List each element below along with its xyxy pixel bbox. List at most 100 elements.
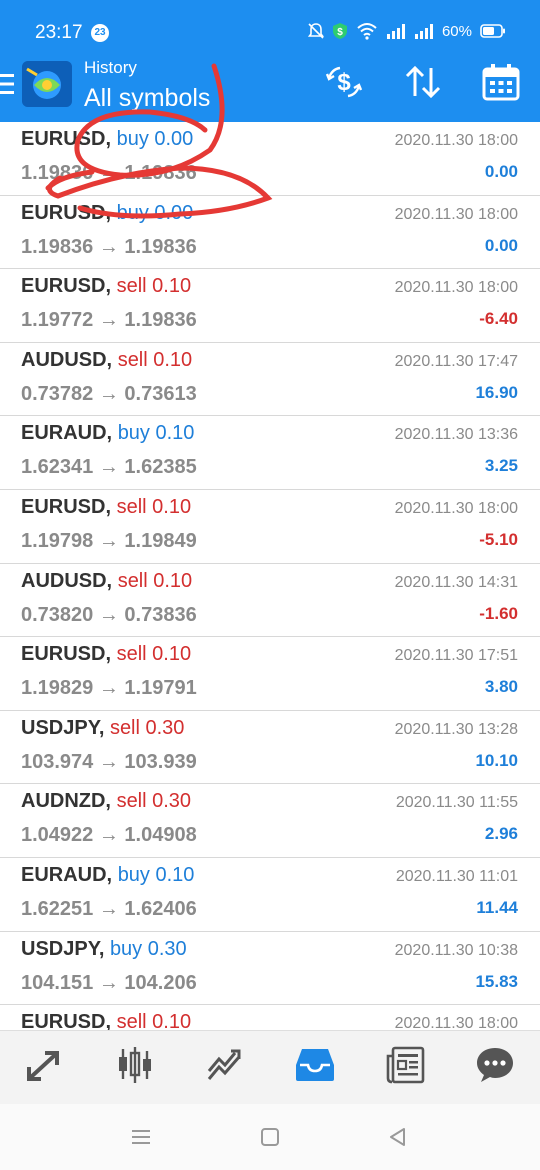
deal-prices: 1.19798 → 1.19849 — [21, 529, 197, 552]
news-icon — [385, 1046, 425, 1089]
deal-symbol: EURUSD, buy 0.00 — [21, 128, 193, 151]
mute-icon — [307, 22, 324, 40]
nav-history[interactable] — [285, 1038, 345, 1098]
home-button[interactable] — [255, 1124, 285, 1154]
deal-time: 2020.11.30 17:51 — [394, 647, 518, 665]
deal-time: 2020.11.30 14:31 — [394, 573, 518, 591]
deal-profit: 3.80 — [484, 677, 518, 697]
deal-prices: 1.19836 → 1.19836 — [21, 162, 197, 184]
deal-time: 2020.11.30 18:00 — [394, 499, 518, 517]
deal-symbol-name: EURUSD, — [21, 128, 112, 150]
deal-prices: 103.974 → 103.939 — [21, 750, 197, 773]
deal-profit: 0.00 — [484, 162, 518, 181]
shield-dollar-icon: $ — [332, 22, 348, 40]
deal-side-volume: sell 0.30 — [116, 790, 192, 813]
deal-symbol-name: EURUSD, — [21, 1011, 112, 1030]
page-title[interactable]: All symbols — [84, 84, 210, 113]
deal-profit: 11.44 — [476, 897, 518, 917]
deal-symbol: USDJPY, sell 0.30 — [21, 717, 184, 740]
deal-time: 2020.11.30 18:00 — [394, 132, 518, 149]
deal-symbol: EURUSD, sell 0.10 — [21, 496, 191, 519]
deal-symbol-name: EURUSD, — [21, 201, 112, 224]
calendar-button[interactable] — [479, 62, 523, 106]
status-icons: $ 60% — [307, 22, 506, 40]
nav-quotes[interactable] — [15, 1038, 75, 1098]
deal-time: 2020.11.30 18:00 — [394, 205, 518, 223]
header-subtitle: History — [84, 58, 137, 77]
sort-button[interactable] — [401, 62, 445, 106]
deal-row[interactable]: EURUSD, sell 0.10 1.19772 → 1.19836 2020.1… — [0, 269, 540, 343]
status-time: 23:17 — [35, 22, 83, 43]
deal-prices: 0.73820 → 0.73836 — [21, 603, 197, 626]
deal-profit: 15.83 — [475, 971, 518, 991]
deal-profit: 3.25 — [484, 456, 518, 476]
deal-symbol-name: AUDUSD, — [21, 348, 113, 371]
deal-side-volume: buy 0.00 — [116, 128, 194, 150]
app-logo[interactable] — [22, 61, 72, 107]
deal-symbol: AUDUSD, sell 0.10 — [21, 570, 192, 593]
currency-exchange-button[interactable]: $ — [322, 62, 366, 106]
recent-apps-button[interactable] — [126, 1124, 156, 1154]
deal-profit: 0.00 — [484, 235, 518, 255]
deal-row[interactable]: EURUSD, buy 0.00 1.19836 → 1.19836 2020.11… — [0, 122, 540, 196]
deal-side-volume: buy 0.30 — [109, 937, 187, 960]
deal-symbol-name: EURUSD, — [21, 275, 112, 298]
deal-prices: 1.62251 → 1.62406 — [21, 897, 197, 920]
status-bar: 23:17 23 $ 60% — [0, 0, 540, 52]
deal-row[interactable]: EURUSD, sell 0.10 1.19798 → 1.19849 2020.1… — [0, 489, 540, 564]
nav-news[interactable] — [375, 1038, 435, 1098]
deal-time: 2020.11.30 13:36 — [394, 426, 518, 444]
history-icon — [295, 1047, 335, 1088]
deal-symbol: USDJPY, buy 0.30 — [21, 938, 187, 961]
deal-side-volume: sell 0.10 — [116, 643, 192, 666]
battery-icon — [480, 24, 506, 38]
recent-apps-icon — [130, 1128, 152, 1151]
deal-row[interactable]: USDJPY, sell 0.30 103.974 → 103.939 2020.1… — [0, 710, 540, 785]
deal-side-volume: sell 0.10 — [116, 1011, 192, 1030]
deal-side-volume: sell 0.10 — [117, 569, 193, 592]
home-icon — [260, 1127, 280, 1152]
deal-symbol-name: EURAUD, — [21, 863, 113, 886]
menu-icon[interactable] — [0, 72, 16, 96]
nav-trade[interactable] — [195, 1038, 255, 1098]
deal-symbol: AUDUSD, sell 0.10 — [21, 349, 192, 372]
deal-row[interactable]: AUDUSD, sell 0.10 0.73820 → 0.73836 2020.1… — [0, 563, 540, 638]
deal-profit: 16.90 — [475, 382, 518, 402]
deal-list[interactable]: EURUSD, buy 0.00 1.19836 → 1.19836 2020.11… — [0, 122, 540, 1030]
battery-text: 60% — [441, 22, 472, 40]
chat-icon — [475, 1046, 515, 1089]
deal-time: 2020.11.30 11:55 — [395, 794, 518, 812]
deal-row[interactable]: USDJPY, buy 0.30 104.151 → 104.206 2020.11… — [0, 931, 540, 1006]
deal-row[interactable]: EURUSD, sell 0.10 2020.11.30 18:00 — [0, 1005, 540, 1030]
svg-text:$: $ — [337, 69, 351, 96]
quotes-icon — [25, 1047, 65, 1088]
deal-symbol-name: USDJPY, — [21, 937, 105, 960]
deal-symbol-name: AUDUSD, — [21, 569, 113, 592]
bottom-navigation — [0, 1030, 540, 1104]
deal-row[interactable]: EURUSD, buy 0.00 1.19836 → 1.19836 2020.11… — [0, 195, 540, 270]
deal-side-volume: sell 0.30 — [109, 716, 185, 739]
deal-row[interactable]: EURAUD, buy 0.10 1.62341 → 1.62385 2020.11… — [0, 416, 540, 490]
deal-time: 2020.11.30 17:47 — [394, 352, 518, 370]
deal-time: 2020.11.30 18:00 — [394, 1015, 518, 1030]
deal-row[interactable]: EURAUD, buy 0.10 1.62251 → 1.62406 2020.11… — [0, 857, 540, 932]
deal-prices: 1.04922 → 1.04908 — [21, 824, 197, 847]
deal-row[interactable]: AUDNZD, sell 0.30 1.04922 → 1.04908 2020.1… — [0, 784, 540, 858]
nav-chart[interactable] — [105, 1038, 165, 1098]
deal-row[interactable]: EURUSD, sell 0.10 1.19829 → 1.19791 2020.1… — [0, 637, 540, 711]
deal-row[interactable]: AUDUSD, sell 0.10 0.73782 → 0.73613 2020.1… — [0, 342, 540, 417]
sort-icon — [403, 64, 443, 105]
currency-exchange-icon: $ — [324, 64, 364, 105]
deal-side-volume: buy 0.00 — [116, 201, 194, 224]
deal-side-volume: sell 0.10 — [116, 495, 192, 518]
deal-symbol: AUDNZD, sell 0.30 — [21, 790, 191, 813]
deal-prices: 1.19829 → 1.19791 — [21, 677, 197, 700]
back-button[interactable] — [383, 1124, 413, 1154]
deal-time: 2020.11.30 18:00 — [394, 279, 518, 297]
nav-chat[interactable] — [465, 1038, 525, 1098]
deal-prices: 0.73782 → 0.73613 — [21, 382, 197, 405]
svg-text:$: $ — [337, 27, 343, 38]
deal-prices: 104.151 → 104.206 — [21, 971, 197, 994]
deal-prices: 1.19836 → 1.19836 — [21, 235, 197, 258]
system-navigation — [0, 1104, 540, 1170]
